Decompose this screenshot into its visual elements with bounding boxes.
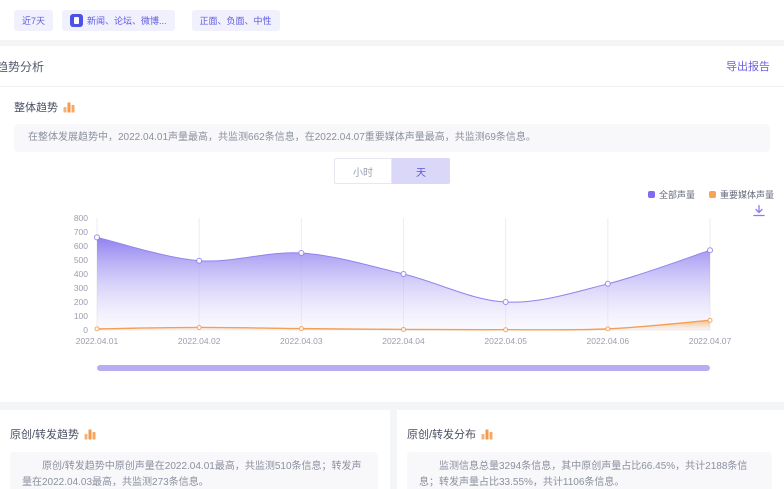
svg-text:0: 0 bbox=[83, 325, 88, 335]
legend-label-media-volume: 重要媒体声量 bbox=[720, 188, 774, 201]
original-repost-trend-header: 原创/转发趋势 bbox=[10, 426, 96, 442]
svg-text:600: 600 bbox=[74, 241, 88, 251]
toggle-day-button[interactable]: 天 bbox=[392, 158, 450, 184]
legend-label-all-volume: 全部声量 bbox=[659, 188, 695, 201]
section-header: 趋势分析 导出报告 bbox=[0, 46, 784, 86]
legend-item-all-volume[interactable]: 全部声量 bbox=[648, 188, 695, 201]
date-range-label: 近7天 bbox=[22, 14, 45, 27]
chart-scrollbar[interactable] bbox=[97, 365, 710, 371]
svg-text:2022.04.06: 2022.04.06 bbox=[587, 336, 630, 346]
svg-text:500: 500 bbox=[74, 255, 88, 265]
source-filter-label: 新闻、论坛、微博... bbox=[87, 14, 167, 27]
filter-bar: 近7天 新闻、论坛、微博... 正面、负面、中性 bbox=[0, 0, 784, 40]
bar-chart-icon bbox=[63, 101, 75, 113]
dashboard-page: 近7天 新闻、论坛、微博... 正面、负面、中性 趋势分析 导出报告 整体趋势 … bbox=[0, 0, 784, 489]
original-repost-trend-title: 原创/转发趋势 bbox=[10, 426, 79, 442]
original-repost-distribution-summary: 监测信息总量3294条信息，其中原创声量占比66.45%，共计2188条信息；转… bbox=[407, 452, 772, 489]
bar-chart-icon bbox=[84, 428, 96, 440]
bottom-cards-row: 原创/转发趋势 原创/转发趋势中原创声量在2022.04.01最高，共监测510… bbox=[0, 410, 784, 489]
legend-item-media-volume[interactable]: 重要媒体声量 bbox=[709, 188, 774, 201]
source-badge-icon bbox=[70, 14, 83, 27]
toggle-hour-button[interactable]: 小时 bbox=[334, 158, 392, 184]
original-repost-distribution-title: 原创/转发分布 bbox=[407, 426, 476, 442]
filter-chip-source[interactable]: 新闻、论坛、微博... bbox=[62, 10, 175, 31]
overall-summary-text: 在整体发展趋势中，2022.04.01声量最高，共监测662条信息，在2022.… bbox=[14, 124, 770, 152]
svg-text:2022.04.02: 2022.04.02 bbox=[178, 336, 221, 346]
svg-text:700: 700 bbox=[74, 227, 88, 237]
svg-text:400: 400 bbox=[74, 269, 88, 279]
filter-chip-sentiment[interactable]: 正面、负面、中性 bbox=[192, 10, 280, 31]
trend-area-chart[interactable]: 0 100 200 300 400 500 600 700 800 2022.04.01 2022.… bbox=[0, 205, 784, 355]
svg-text:2022.04.04: 2022.04.04 bbox=[382, 336, 425, 346]
svg-text:800: 800 bbox=[74, 213, 88, 223]
filter-chip-date-range[interactable]: 近7天 bbox=[14, 10, 53, 31]
svg-text:100: 100 bbox=[74, 311, 88, 321]
page-title: 趋势分析 bbox=[0, 58, 44, 75]
svg-text:2022.04.01: 2022.04.01 bbox=[76, 336, 119, 346]
svg-text:300: 300 bbox=[74, 283, 88, 293]
overall-trend-title: 整体趋势 bbox=[14, 99, 58, 115]
overall-trend-header: 整体趋势 bbox=[14, 99, 75, 115]
export-report-link[interactable]: 导出报告 bbox=[726, 58, 770, 74]
original-repost-distribution-card: 原创/转发分布 监测信息总量3294条信息，其中原创声量占比66.45%，共计2… bbox=[397, 410, 784, 489]
svg-text:2022.04.03: 2022.04.03 bbox=[280, 336, 323, 346]
bar-chart-icon bbox=[481, 428, 493, 440]
granularity-toggle: 小时 天 bbox=[334, 158, 450, 184]
sentiment-filter-label: 正面、负面、中性 bbox=[200, 14, 272, 27]
header-divider bbox=[0, 86, 784, 87]
trend-analysis-section: 趋势分析 导出报告 整体趋势 在整体发展趋势中，2022.04.01声量最高，共… bbox=[0, 46, 784, 402]
legend-dot-all-volume bbox=[648, 191, 655, 198]
original-repost-distribution-header: 原创/转发分布 bbox=[407, 426, 493, 442]
original-repost-trend-summary: 原创/转发趋势中原创声量在2022.04.01最高，共监测510条信息；转发声量… bbox=[10, 452, 378, 489]
svg-text:2022.04.05: 2022.04.05 bbox=[484, 336, 527, 346]
svg-text:2022.04.07: 2022.04.07 bbox=[689, 336, 732, 346]
original-repost-trend-card: 原创/转发趋势 原创/转发趋势中原创声量在2022.04.01最高，共监测510… bbox=[0, 410, 390, 489]
legend-dot-media-volume bbox=[709, 191, 716, 198]
svg-text:200: 200 bbox=[74, 297, 88, 307]
chart-legend: 全部声量 重要媒体声量 bbox=[648, 188, 774, 201]
